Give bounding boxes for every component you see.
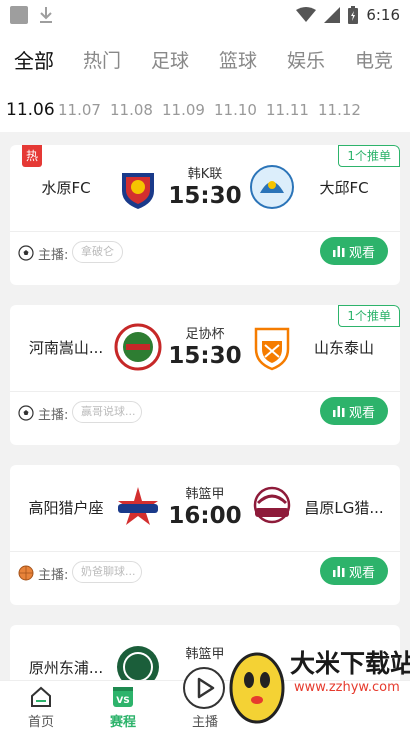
egg-mascot-icon <box>229 652 285 724</box>
away-team-name: 昌原LG猎... <box>304 499 384 517</box>
watch-label: 观看 <box>348 565 375 581</box>
away-team-logo <box>254 327 290 371</box>
tip-count-badge[interactable]: 1个推单 <box>338 305 400 327</box>
svg-text:VS: VS <box>116 696 129 706</box>
home-team-name: 水原FC <box>41 179 91 197</box>
away-team-name: 山东泰山 <box>313 339 374 357</box>
bar-chart-icon <box>332 246 345 257</box>
date-item[interactable]: 11.12 <box>318 101 370 119</box>
away-team-logo <box>250 165 294 209</box>
app-notification-icon <box>10 6 28 24</box>
watermark-url: www.zzhyw.com <box>294 680 400 695</box>
wifi-icon <box>296 7 317 22</box>
status-bar: 6:16 <box>0 0 410 30</box>
watch-label: 观看 <box>348 405 375 421</box>
bar-chart-icon <box>332 406 345 417</box>
date-selector: 11.06 11.07 11.08 11.09 11.10 11.11 11.1… <box>0 88 410 132</box>
nav-home-label: 首页 <box>27 715 54 730</box>
bar-chart-icon <box>332 566 345 577</box>
tab-all[interactable]: 全部 <box>0 45 68 74</box>
watermark-text: 大米下载站 <box>290 649 410 678</box>
host-label: 主播: <box>38 568 69 583</box>
match-time: 15:30 <box>168 343 242 369</box>
hot-badge: 热 <box>22 145 42 167</box>
tab-basketball[interactable]: 篮球 <box>204 46 272 73</box>
tab-esports[interactable]: 电竞 <box>340 46 408 73</box>
match-card[interactable]: 热 1个推单 水原FC 韩K联 15:30 大邱FC 主播: 拿破仑 观看 <box>10 145 400 285</box>
match-card[interactable]: 1个推单 河南嵩山... 足协杯 15:30 山东泰山 主播: 赢哥说球... … <box>10 305 400 445</box>
host-name-pill[interactable]: 拿破仑 <box>72 241 123 263</box>
date-item[interactable]: 11.10 <box>214 101 266 119</box>
nav-schedule[interactable]: VS 赛程 <box>82 681 164 730</box>
date-item[interactable]: 11.08 <box>110 101 162 119</box>
host-name-pill[interactable]: 赢哥说球... <box>72 401 142 423</box>
card-divider <box>10 551 400 552</box>
league-name: 韩K联 <box>187 167 223 182</box>
host-name-pill[interactable]: 奶爸聊球... <box>72 561 142 583</box>
tab-football[interactable]: 足球 <box>136 46 204 73</box>
date-item[interactable]: 11.09 <box>162 101 214 119</box>
home-icon <box>31 686 51 707</box>
league-name: 韩篮甲 <box>185 487 225 502</box>
category-tabs: 全部 热门 足球 篮球 娱乐 电竞 <box>0 30 410 88</box>
watermark: 大米下载站 www.zzhyw.com <box>222 636 410 730</box>
card-divider <box>10 231 400 232</box>
soccer-ball-icon <box>18 245 34 261</box>
host-label: 主播: <box>38 408 69 423</box>
status-time: 6:16 <box>366 6 400 24</box>
league-name: 足协杯 <box>185 327 225 342</box>
signal-icon <box>324 7 341 23</box>
watch-button[interactable]: 观看 <box>320 237 388 265</box>
home-team-name: 高阳猎户座 <box>28 499 104 517</box>
away-team-logo <box>253 486 291 524</box>
watch-button[interactable]: 观看 <box>320 557 388 585</box>
date-item[interactable]: 11.07 <box>58 101 110 119</box>
tip-count-badge[interactable]: 1个推单 <box>338 145 400 167</box>
match-card[interactable]: 高阳猎户座 韩篮甲 16:00 昌原LG猎... 主播: 奶爸聊球... 观看 <box>10 465 400 605</box>
match-time: 15:30 <box>168 183 242 209</box>
away-team-name: 大邱FC <box>319 179 369 197</box>
tab-entertainment[interactable]: 娱乐 <box>272 46 340 73</box>
nav-home[interactable]: 首页 <box>0 681 82 730</box>
nav-schedule-label: 赛程 <box>109 715 136 730</box>
host-label: 主播: <box>38 248 69 263</box>
home-team-name: 原州东浦... <box>28 659 104 677</box>
date-item[interactable]: 11.11 <box>266 101 318 119</box>
tab-hot[interactable]: 热门 <box>68 46 136 73</box>
match-time: 16:00 <box>168 503 242 529</box>
schedule-vs-icon: VS <box>113 687 133 707</box>
watch-label: 观看 <box>348 245 375 261</box>
watch-button[interactable]: 观看 <box>320 397 388 425</box>
soccer-ball-icon <box>18 405 34 421</box>
card-divider <box>10 391 400 392</box>
battery-icon <box>348 6 359 24</box>
home-team-name: 河南嵩山... <box>28 339 104 357</box>
date-item[interactable]: 11.06 <box>6 100 58 120</box>
basketball-icon <box>18 565 34 581</box>
download-icon <box>40 7 52 23</box>
